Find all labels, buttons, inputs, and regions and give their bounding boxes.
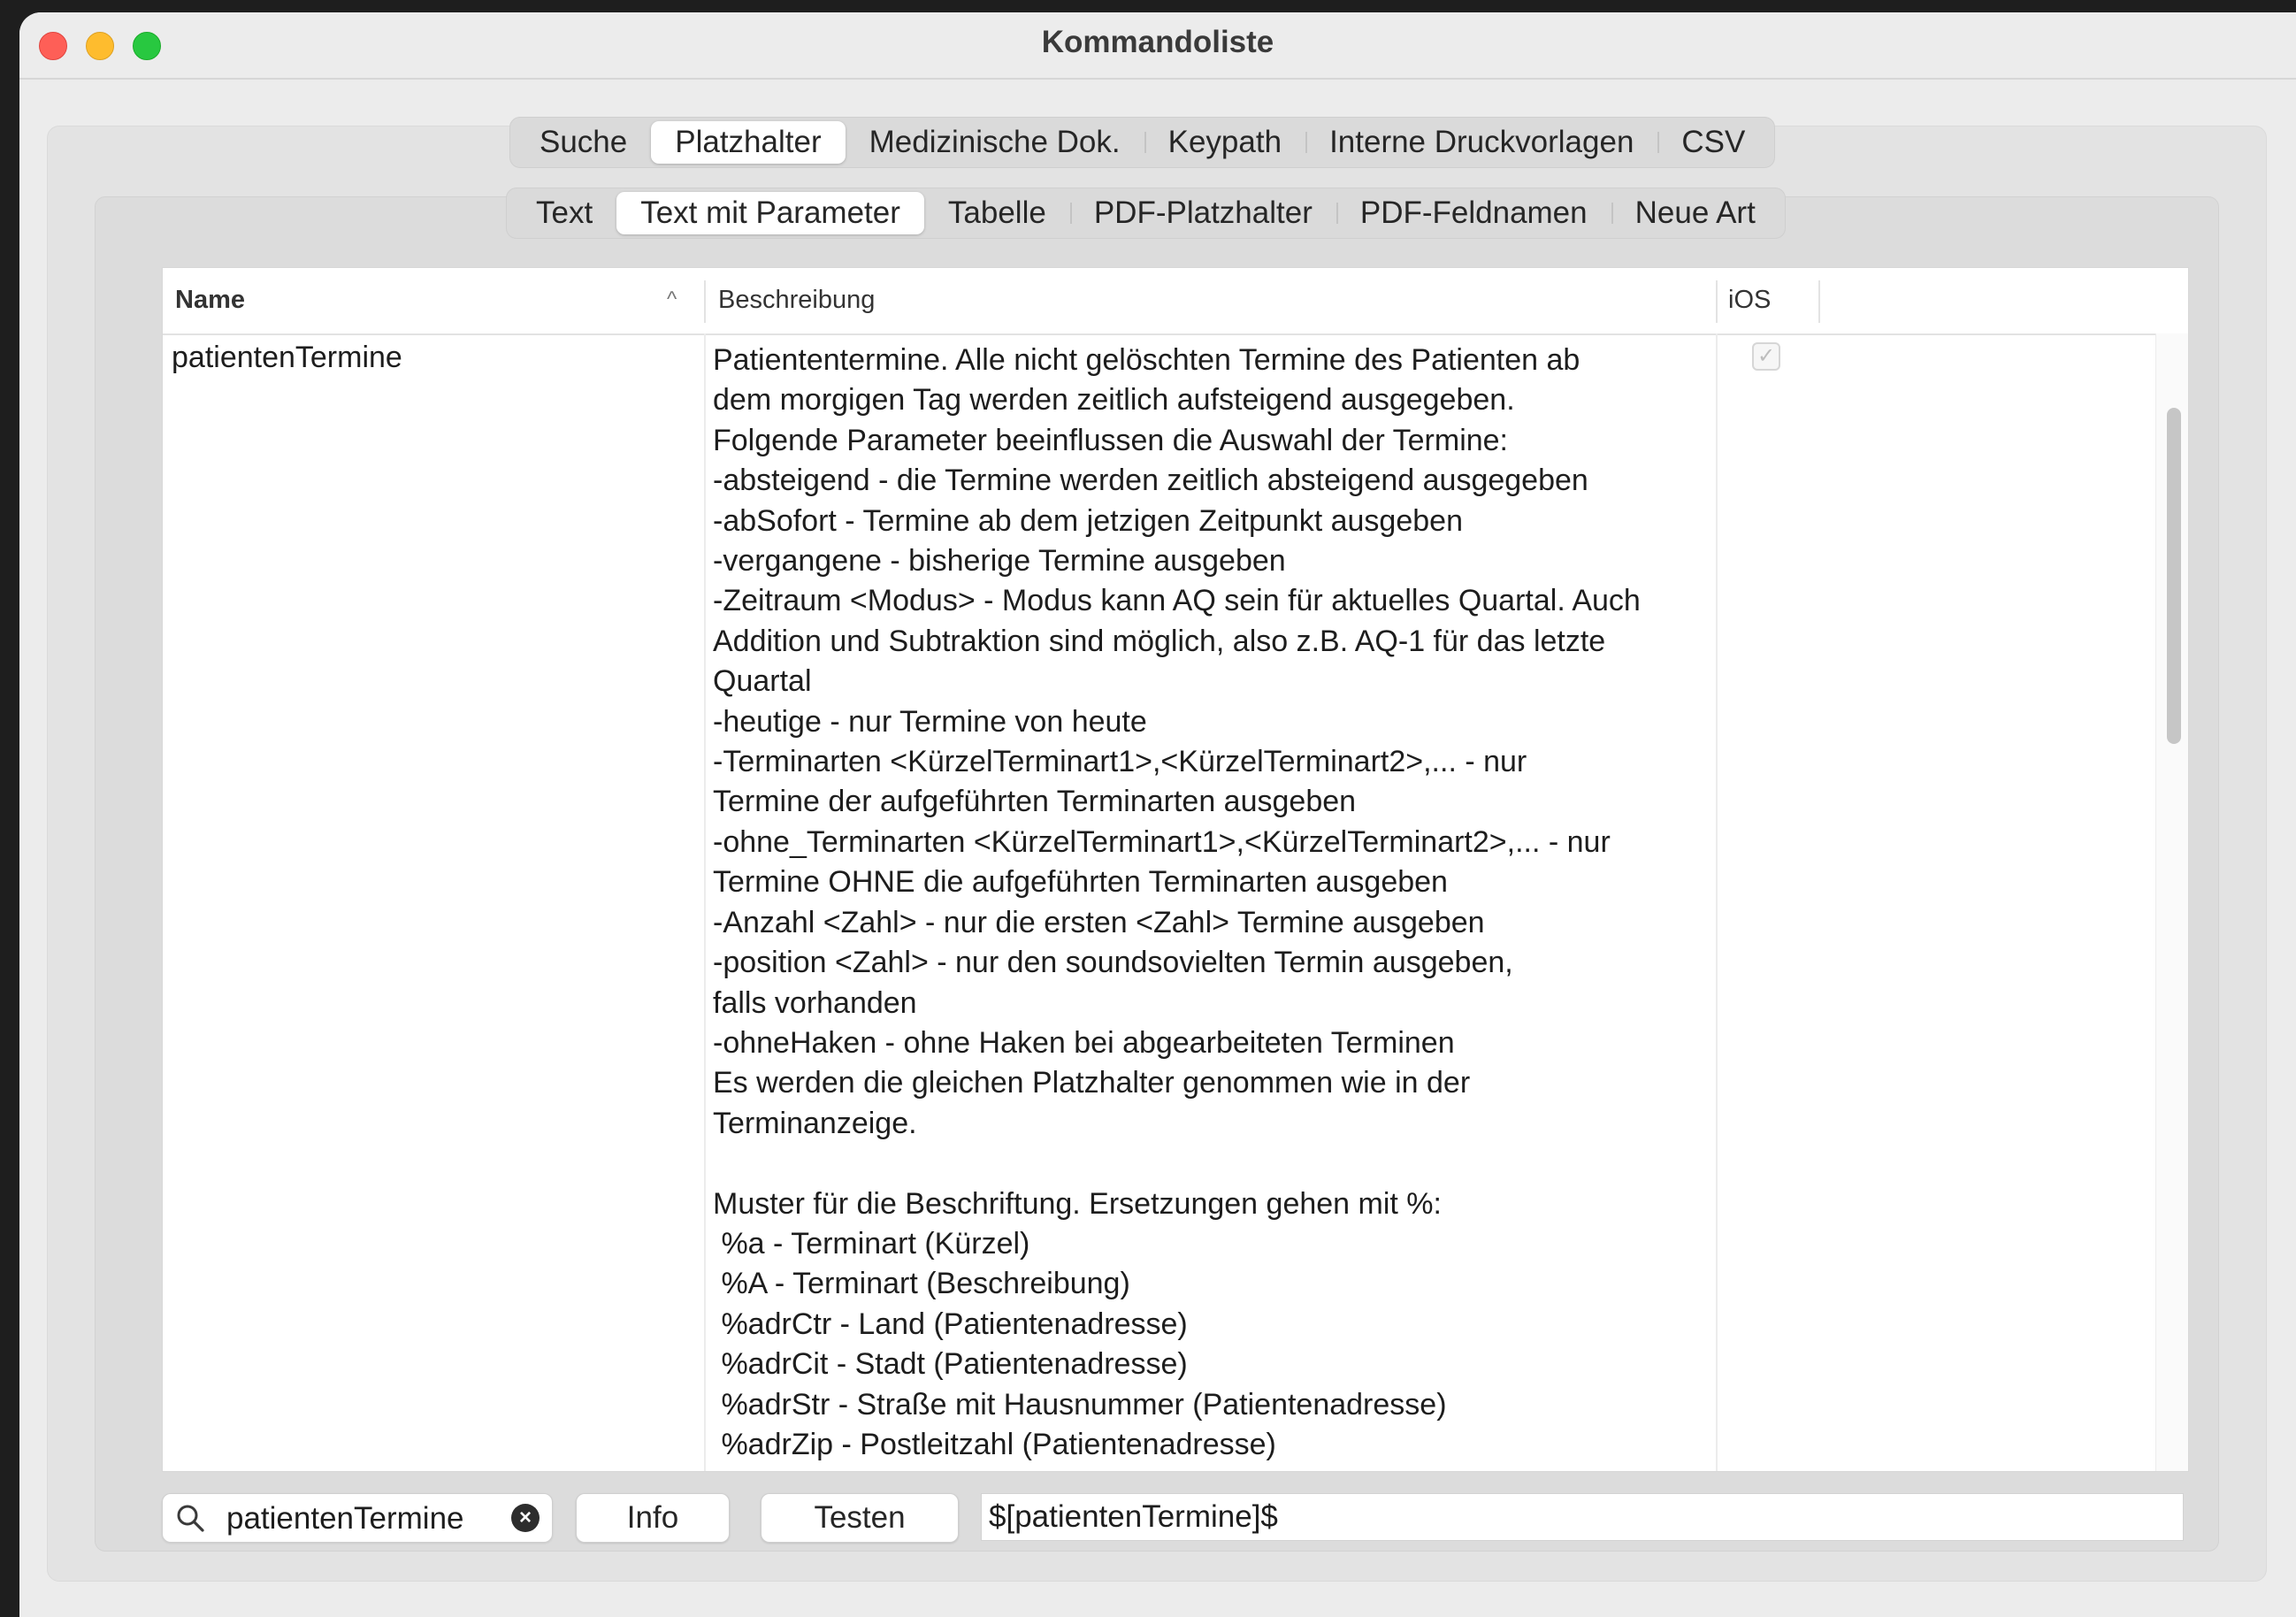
subtab-pdf-platzhalter[interactable]: PDF-Platzhalter [1069,192,1336,234]
placeholder-table: Name ^ Beschreibung iOS patientenTermine… [162,267,2189,1472]
search-input[interactable]: patientenTermine [226,1501,464,1537]
titlebar: Kommandoliste [19,12,2296,80]
clear-search-icon[interactable]: × [511,1504,540,1532]
window-title: Kommandoliste [1041,25,1274,59]
subtab-pdf-feldnamen[interactable]: PDF-Feldnamen [1336,192,1611,234]
column-divider[interactable] [704,280,706,323]
table-header: Name ^ Beschreibung iOS [163,268,2188,335]
test-button[interactable]: Testen [761,1493,959,1543]
column-header-description[interactable]: Beschreibung [718,286,875,315]
sub-tab-bar: Text Text mit Parameter Tabelle PDF-Plat… [506,188,1786,239]
subtab-tabelle[interactable]: Tabelle [924,192,1070,234]
tab-medizinische-dok[interactable]: Medizinische Dok. [846,121,1144,164]
sort-ascending-icon: ^ [667,287,677,311]
subtab-neue-art[interactable]: Neue Art [1611,192,1779,234]
info-button[interactable]: Info [576,1493,730,1543]
tab-keypath[interactable]: Keypath [1144,121,1305,164]
column-divider[interactable] [1818,280,1820,323]
tab-platzhalter[interactable]: Platzhalter [651,121,846,164]
row-name-cell: patientenTermine [172,341,402,374]
column-header-name[interactable]: Name [175,286,245,315]
scrollbar-thumb[interactable] [2167,408,2181,744]
column-header-ios[interactable]: iOS [1728,286,1771,315]
search-field[interactable]: patientenTermine × [162,1493,553,1543]
subtab-text-mit-parameter[interactable]: Text mit Parameter [616,192,924,234]
main-tab-bar: Suche Platzhalter Medizinische Dok. Keyp… [509,117,1776,168]
column-line [704,333,706,1471]
row-description-cell: Patiententermine. Alle nicht gelöschten … [713,343,1641,1461]
tab-suche[interactable]: Suche [516,121,651,164]
tab-interne-druckvorlagen[interactable]: Interne Druckvorlagen [1305,121,1657,164]
column-divider[interactable] [1716,280,1718,323]
tab-csv[interactable]: CSV [1657,121,1769,164]
search-icon [177,1505,204,1532]
ios-checkbox[interactable]: ✓ [1752,342,1780,371]
vertical-scrollbar[interactable] [2155,333,2188,1471]
column-line [1716,333,1718,1471]
placeholder-output-field[interactable]: $[patientenTermine]$ [981,1493,2184,1541]
subtab-text[interactable]: Text [512,192,616,234]
